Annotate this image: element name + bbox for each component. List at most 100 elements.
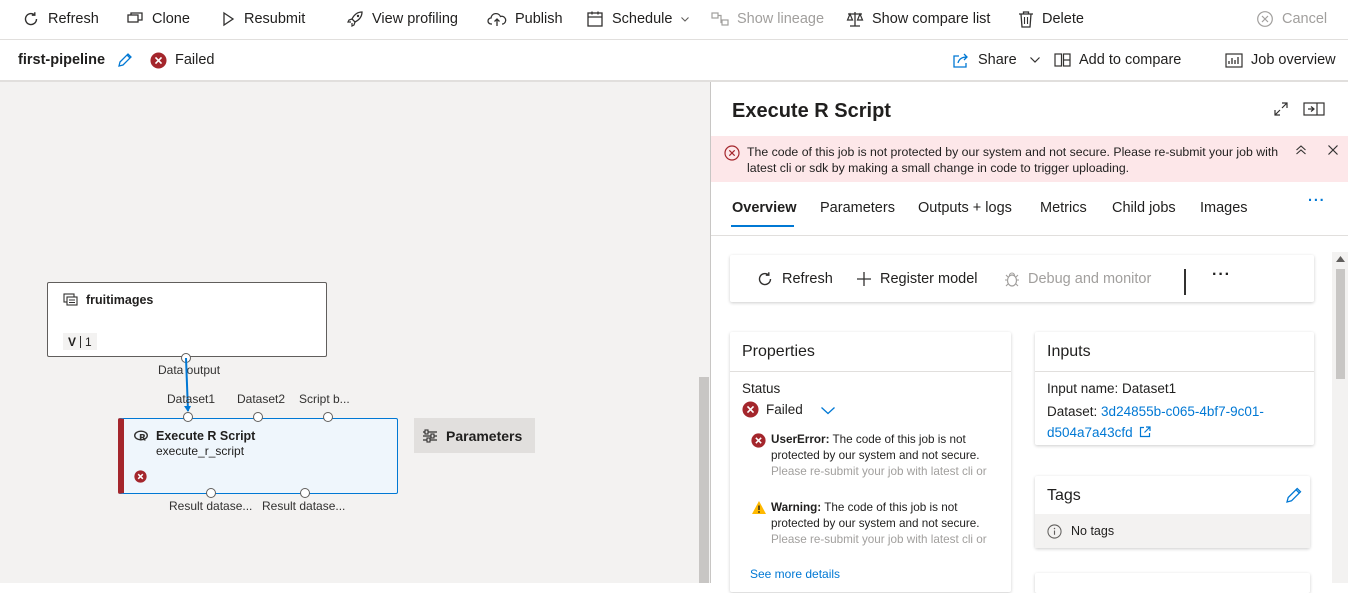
plus-icon bbox=[856, 271, 872, 287]
dataset-icon bbox=[63, 293, 79, 307]
register-model-label: Register model bbox=[880, 270, 978, 287]
tags-header: Tags bbox=[1047, 487, 1081, 504]
more-tabs-icon[interactable]: ··· bbox=[1308, 193, 1326, 209]
dataset-link[interactable]: d504a7a43cfd bbox=[1047, 425, 1133, 440]
module-node-title: Execute R Script bbox=[156, 429, 256, 443]
expand-icon[interactable] bbox=[1273, 101, 1289, 117]
dataset-node-fruitimages[interactable]: fruitimages V 1 bbox=[47, 282, 327, 357]
show-compare-list-button[interactable]: Show compare list bbox=[846, 0, 990, 38]
debug-monitor-button[interactable]: Debug and monitor bbox=[1004, 255, 1151, 302]
r-script-icon: R bbox=[134, 430, 149, 442]
input-port-dataset2[interactable] bbox=[253, 412, 263, 422]
resubmit-button[interactable]: Resubmit bbox=[220, 0, 305, 38]
more-actions-icon[interactable]: ··· bbox=[1212, 266, 1231, 284]
details-panel: Execute R Script The code of this job is… bbox=[710, 82, 1348, 593]
version-badge: V 1 bbox=[63, 333, 97, 350]
port-label: Dataset1 bbox=[167, 392, 216, 406]
rocket-icon bbox=[346, 10, 364, 28]
publish-button[interactable]: Publish bbox=[487, 0, 563, 38]
error-outline-icon bbox=[724, 145, 740, 161]
warning-text: The code of this job is not bbox=[824, 501, 958, 514]
calendar-icon bbox=[586, 10, 604, 28]
error-banner: The code of this job is not protected by… bbox=[711, 136, 1348, 182]
chevron-double-up-icon[interactable] bbox=[1295, 144, 1307, 156]
status-text: Failed bbox=[175, 52, 215, 68]
input-port-dataset1[interactable] bbox=[183, 412, 193, 422]
tab-child-jobs[interactable]: Child jobs bbox=[1112, 200, 1176, 216]
svg-text:R: R bbox=[139, 434, 146, 443]
edit-name-button[interactable] bbox=[117, 40, 133, 80]
command-bar: Refresh Clone Resubmit View profiling Pu… bbox=[0, 0, 1348, 40]
tab-images[interactable]: Images bbox=[1200, 200, 1248, 216]
pencil-icon[interactable] bbox=[1285, 486, 1303, 504]
chevron-down-icon[interactable] bbox=[820, 405, 836, 415]
delete-label: Delete bbox=[1042, 11, 1084, 27]
overview-icon bbox=[1225, 52, 1243, 68]
tab-metrics[interactable]: Metrics bbox=[1040, 200, 1087, 216]
schedule-button[interactable]: Schedule bbox=[586, 0, 690, 38]
status-value-text: Failed bbox=[766, 402, 803, 417]
output-port-result-dataset[interactable] bbox=[300, 488, 310, 498]
scales-icon bbox=[846, 10, 864, 28]
inputs-header: Inputs bbox=[1035, 332, 1314, 372]
version-label: V bbox=[68, 334, 77, 349]
bug-icon bbox=[1004, 270, 1020, 288]
cancel-circle-icon bbox=[1256, 10, 1274, 28]
action-bar: Refresh Register model Debug and monitor… bbox=[730, 255, 1314, 302]
sliders-icon bbox=[422, 428, 438, 443]
delete-button[interactable]: Delete bbox=[1018, 0, 1084, 38]
schedule-label: Schedule bbox=[612, 11, 673, 27]
share-button[interactable]: Share bbox=[952, 40, 1041, 80]
scroll-up-icon[interactable] bbox=[1336, 255, 1345, 263]
clone-icon bbox=[126, 10, 144, 28]
dataset-link[interactable]: 3d24855b-c065-4bf7-9c01- bbox=[1101, 404, 1264, 419]
module-node-execute-r-script[interactable]: R Execute R Script execute_r_script bbox=[118, 418, 398, 494]
job-overview-label: Job overview bbox=[1251, 52, 1336, 68]
error-circle-icon bbox=[134, 470, 147, 483]
tab-overview[interactable]: Overview bbox=[732, 200, 797, 216]
cancel-button[interactable]: Cancel bbox=[1256, 0, 1327, 38]
resubmit-label: Resubmit bbox=[244, 11, 306, 27]
job-overview-button[interactable]: Job overview bbox=[1225, 40, 1336, 80]
tab-parameters[interactable]: Parameters bbox=[820, 200, 895, 216]
debug-monitor-label: Debug and monitor bbox=[1028, 270, 1152, 287]
show-lineage-button[interactable]: Show lineage bbox=[711, 0, 824, 38]
lineage-icon bbox=[711, 11, 729, 27]
add-to-compare-label: Add to compare bbox=[1079, 52, 1182, 68]
warning-label: Warning: bbox=[771, 501, 822, 514]
dock-panel-icon[interactable] bbox=[1303, 102, 1325, 116]
add-to-compare-button[interactable]: Add to compare bbox=[1054, 40, 1181, 80]
info-icon bbox=[1047, 523, 1062, 539]
chevron-down-icon bbox=[680, 14, 690, 24]
connection-edge[interactable] bbox=[180, 357, 194, 417]
refresh-action-label: Refresh bbox=[782, 270, 833, 287]
scrollbar-thumb[interactable] bbox=[1336, 269, 1345, 379]
properties-header: Properties bbox=[730, 332, 1011, 372]
show-compare-list-label: Show compare list bbox=[872, 11, 991, 27]
close-icon[interactable] bbox=[1327, 144, 1339, 156]
refresh-action-button[interactable]: Refresh bbox=[756, 255, 833, 302]
input-port-script-bundle[interactable] bbox=[323, 412, 333, 422]
error-text: protected by our system and not secure. bbox=[771, 449, 980, 462]
warning-text: protected by our system and not secure. bbox=[771, 517, 980, 530]
job-title-bar: first-pipeline Failed Share Add to compa… bbox=[0, 40, 1348, 82]
refresh-button[interactable]: Refresh bbox=[22, 0, 99, 38]
register-model-button[interactable]: Register model bbox=[856, 255, 978, 302]
parameters-button[interactable]: Parameters bbox=[414, 418, 535, 453]
open-external-icon[interactable] bbox=[1139, 426, 1151, 438]
view-profiling-button[interactable]: View profiling bbox=[346, 0, 458, 38]
pipeline-canvas[interactable]: fruitimages V 1 Data output Dataset1 Dat… bbox=[0, 82, 710, 583]
compare-icon bbox=[1054, 53, 1071, 67]
clone-button[interactable]: Clone bbox=[126, 0, 190, 38]
port-label: Result datase... bbox=[169, 499, 253, 513]
tab-outputs-logs[interactable]: Outputs + logs bbox=[918, 200, 1012, 216]
error-label: UserError: bbox=[771, 433, 830, 446]
tags-card: Tags No tags bbox=[1035, 476, 1310, 548]
cloud-upload-icon bbox=[487, 10, 507, 28]
output-port-result-dataset[interactable] bbox=[206, 488, 216, 498]
module-node-subtitle: execute_r_script bbox=[156, 444, 245, 458]
panel-scrollbar[interactable] bbox=[1332, 252, 1348, 583]
canvas-scrollbar[interactable] bbox=[699, 377, 709, 583]
see-more-details-link[interactable]: See more details bbox=[750, 567, 840, 581]
chevron-down-icon bbox=[1029, 55, 1041, 65]
